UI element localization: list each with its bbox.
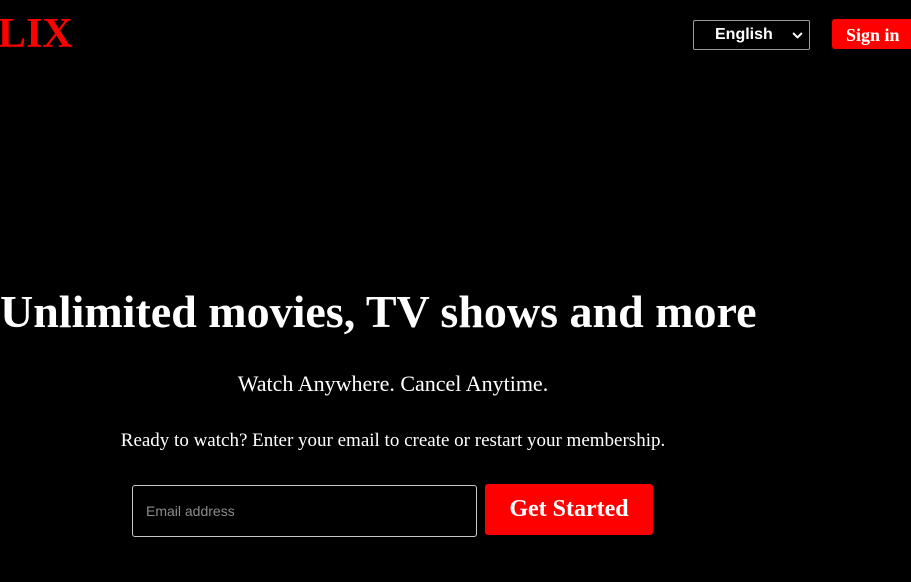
email-input[interactable] [132,485,477,537]
membership-prompt: Ready to watch? Enter your email to crea… [120,430,666,451]
sign-in-button[interactable]: Sign in [832,19,911,49]
get-started-button[interactable]: Get Started [485,484,653,535]
hero-subtitle: Watch Anywhere. Cancel Anytime. [237,371,549,396]
language-select-value: English [715,26,773,43]
language-select[interactable]: English [693,20,810,50]
chevron-down-icon [792,32,803,38]
hero-title: Unlimited movies, TV shows and more [0,286,757,337]
landing-page: LIX English Sign in Unlimited movies, TV… [0,0,911,582]
brand-logo[interactable]: LIX [0,10,73,58]
